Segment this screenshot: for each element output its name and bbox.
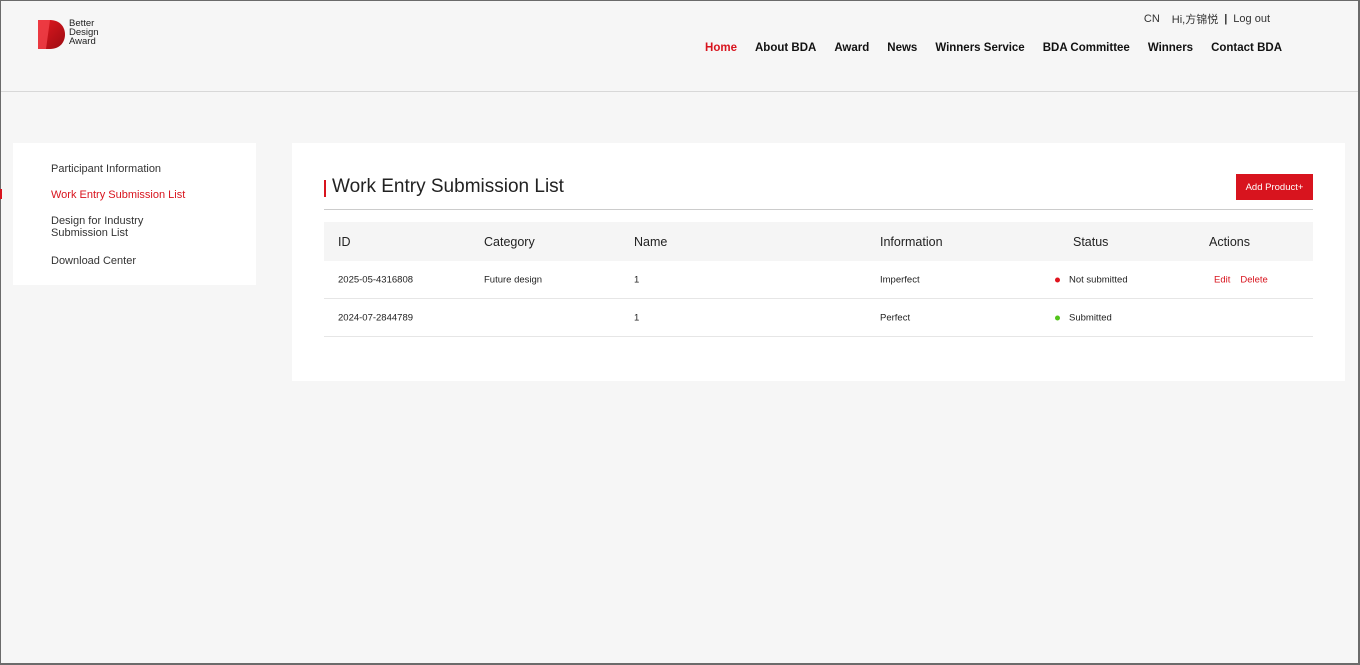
main-nav: Home About BDA Award News Winners Servic… bbox=[687, 42, 1282, 54]
sidebar: Participant Information Work Entry Submi… bbox=[13, 143, 256, 285]
table-row: 2025-05-4316808 Future design 1 Imperfec… bbox=[324, 261, 1313, 299]
submission-table: ID Category Name Information Status Acti… bbox=[324, 222, 1313, 337]
user-greeting: Hi,方锦悦 bbox=[1171, 14, 1219, 26]
status-text: Submitted bbox=[1069, 312, 1112, 323]
status-dot-icon bbox=[1055, 277, 1060, 282]
sidebar-item-design-for-industry[interactable]: Design for Industry Submission List bbox=[51, 215, 143, 239]
table-row: 2024-07-2844789 1 Perfect Submitted bbox=[324, 299, 1313, 337]
status-dot-icon bbox=[1055, 315, 1060, 320]
title-divider bbox=[324, 209, 1313, 210]
sidebar-item-participant-information[interactable]: Participant Information bbox=[51, 163, 161, 175]
cell-actions: Edit Delete bbox=[1214, 274, 1278, 285]
nav-winners-service[interactable]: Winners Service bbox=[935, 42, 1024, 54]
cell-name: 1 bbox=[634, 312, 640, 323]
column-header-information: Information bbox=[880, 234, 943, 249]
nav-about-bda[interactable]: About BDA bbox=[755, 42, 816, 54]
nav-award[interactable]: Award bbox=[834, 42, 869, 54]
user-links: CN Hi,方锦悦 | Log out bbox=[1144, 11, 1270, 27]
submission-panel: Work Entry Submission List Add Product+ … bbox=[292, 143, 1345, 381]
add-product-button[interactable]: Add Product+ bbox=[1236, 174, 1313, 200]
nav-news[interactable]: News bbox=[887, 42, 917, 54]
language-switch[interactable]: CN bbox=[1144, 13, 1160, 25]
status-text: Not submitted bbox=[1069, 274, 1128, 285]
site-header: Better Design Award CN Hi,方锦悦 | Log out … bbox=[1, 1, 1358, 92]
column-header-actions: Actions bbox=[1209, 234, 1250, 249]
nav-bda-committee[interactable]: BDA Committee bbox=[1043, 42, 1130, 54]
nav-home[interactable]: Home bbox=[705, 42, 737, 54]
nav-contact-bda[interactable]: Contact BDA bbox=[1211, 42, 1282, 54]
title-accent-bar bbox=[324, 180, 326, 197]
cell-name: 1 bbox=[634, 274, 640, 285]
cell-id: 2024-07-2844789 bbox=[338, 312, 414, 323]
cell-information: Perfect bbox=[880, 312, 911, 323]
column-header-category: Category bbox=[484, 234, 535, 249]
sidebar-item-download-center[interactable]: Download Center bbox=[51, 255, 136, 267]
delete-link[interactable]: Delete bbox=[1240, 274, 1267, 285]
logo-mark-icon bbox=[38, 20, 65, 49]
logout-link[interactable]: Log out bbox=[1233, 13, 1270, 25]
separator: | bbox=[1224, 13, 1228, 25]
cell-status: Submitted bbox=[1055, 312, 1112, 323]
column-header-status: Status bbox=[1073, 234, 1109, 249]
column-header-id: ID bbox=[338, 234, 351, 249]
page-title: Work Entry Submission List bbox=[332, 176, 564, 197]
bda-logo[interactable]: Better Design Award bbox=[36, 18, 99, 51]
column-header-name: Name bbox=[634, 234, 668, 249]
table-header: ID Category Name Information Status Acti… bbox=[324, 222, 1313, 261]
cell-status: Not submitted bbox=[1055, 274, 1128, 285]
cell-id: 2025-05-4316808 bbox=[338, 274, 414, 285]
cell-information: Imperfect bbox=[880, 274, 920, 285]
logo-line: Award bbox=[69, 36, 96, 47]
cell-category: Future design bbox=[484, 274, 543, 285]
logo-wordmark: Better Design Award bbox=[69, 19, 99, 47]
nav-winners[interactable]: Winners bbox=[1148, 42, 1193, 54]
edit-link[interactable]: Edit bbox=[1214, 274, 1230, 285]
active-item-marker bbox=[0, 189, 2, 199]
sidebar-item-work-entry-submission-list[interactable]: Work Entry Submission List bbox=[51, 189, 185, 201]
